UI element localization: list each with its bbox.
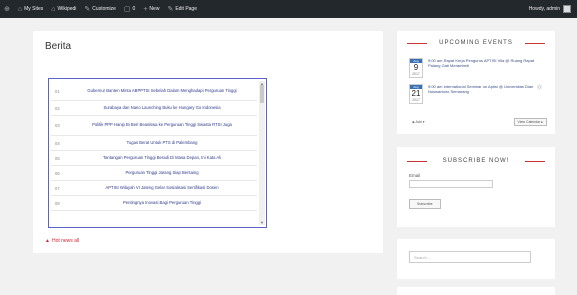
- row-number: 03: [55, 123, 60, 128]
- event-item[interactable]: Aug 9 2017 9:00 am Rapat Kerja Pengurus …: [409, 58, 555, 78]
- hot-news-label: Hot news all: [51, 238, 80, 244]
- adminbar-label: Edit Page: [175, 6, 197, 12]
- news-link[interactable]: Gubernur Banten Minta ABPPTSI Sebelah Da…: [67, 88, 257, 94]
- adminbar-label: Customize: [92, 6, 116, 12]
- subscribe-button[interactable]: Subscribe: [409, 199, 441, 209]
- view-calendar-label: View Calendar: [517, 120, 541, 124]
- new-icon: +: [143, 5, 148, 13]
- adminbar-label: Wikipedi: [57, 6, 77, 12]
- table-row[interactable]: 07 APTISI Wilayah VI Jateng Gelar Sosial…: [51, 181, 257, 196]
- title-divider: [525, 43, 545, 44]
- news-link[interactable]: Tugas Berat Untuk PTS di Palembang: [67, 140, 257, 146]
- adminbar-item-new[interactable]: + New: [139, 0, 163, 18]
- table-row[interactable]: 08 Pentingnya Inovasi Bagi Perguruan Tin…: [51, 196, 257, 211]
- table-row[interactable]: 01 Gubernur Banten Minta ABPPTSI Sebelah…: [51, 82, 257, 101]
- event-day: 9: [413, 63, 419, 72]
- next-widget: [397, 287, 555, 295]
- view-calendar-button[interactable]: View Calendar ▸: [513, 118, 547, 126]
- adminbar-label: My Sites: [24, 6, 44, 12]
- scroll-down-icon[interactable]: ▼: [259, 220, 265, 225]
- edit-page-icon: ✎: [167, 6, 174, 13]
- subscribe-widget: SUBSCRIBE NOW! Email Subscribe: [397, 147, 555, 227]
- event-year: 2017: [412, 98, 420, 102]
- flame-icon: ▲: [45, 238, 50, 244]
- table-row[interactable]: 06 Perguruan Tinggi Jarang Siap Bersaing: [51, 166, 257, 181]
- adminbar-label: New: [149, 6, 160, 12]
- news-link[interactable]: Perguruan Tinggi Jarang Siap Bersaing: [67, 170, 257, 176]
- news-link[interactable]: Surabaya dan Nano Launching Buku ke Hung…: [67, 105, 257, 111]
- scrollbar-thumb[interactable]: [260, 85, 264, 103]
- adminbar-item-comments[interactable]: ▢ 0: [120, 0, 139, 18]
- arrow-right-icon: ▸: [541, 120, 543, 124]
- my-sites-icon: ⌂: [17, 5, 23, 13]
- row-number: 07: [55, 185, 60, 191]
- adminbar-user-menu[interactable]: Howdy, admin: [529, 5, 577, 13]
- row-number: 06: [55, 170, 60, 176]
- admin-bar: ⊕ ⌂ My Sites ⌂ Wikipedi ✎ Customize ▢ 0 …: [0, 0, 577, 18]
- row-number: 02: [55, 105, 60, 111]
- wordpress-icon: ⊕: [4, 6, 10, 13]
- event-date: Aug 21 2017: [409, 84, 423, 104]
- adminbar-item-edit-page[interactable]: ✎ Edit Page: [163, 0, 201, 18]
- news-link[interactable]: Politik PPP Hanip Bi Beri Beasiswa ke Pe…: [67, 122, 257, 128]
- event-day: 21: [411, 89, 421, 98]
- news-link[interactable]: Pentingnya Inovasi Bagi Perguruan Tinggi: [67, 200, 257, 206]
- table-row[interactable]: 04 Tugas Berat Untuk PTS di Palembang: [51, 136, 257, 151]
- upcoming-events-widget: UPCOMING EVENTS Aug 9 2017 9:00 am Rapat…: [397, 31, 555, 134]
- news-list-frame: 01 Gubernur Banten Minta ABPPTSI Sebelah…: [48, 78, 267, 228]
- adminbar-item-my-sites[interactable]: ⌂ My Sites: [14, 0, 47, 18]
- event-date: Aug 9 2017: [409, 58, 423, 78]
- chevron-down-icon: ▾: [422, 120, 425, 124]
- row-number: 08: [55, 200, 60, 206]
- main-content: Berita 01 Gubernur Banten Minta ABPPTSI …: [33, 31, 383, 253]
- table-row[interactable]: 03 Politik PPP Hanip Bi Beri Beasiswa ke…: [51, 116, 257, 136]
- table-row[interactable]: 05 Tantangan Perguruan Tinggi Beradi Di …: [51, 151, 257, 166]
- info-icon[interactable]: ⓪: [537, 84, 542, 91]
- search-input[interactable]: Search ...: [409, 251, 531, 263]
- row-number: 05: [55, 155, 60, 161]
- widget-title-text: UPCOMING EVENTS: [439, 40, 513, 46]
- search-widget: Search ...: [397, 239, 555, 279]
- event-title[interactable]: 9:00 am International Seminar on Aptisi …: [428, 84, 540, 94]
- comments-icon: ▢: [123, 6, 131, 13]
- add-button-label: Add: [415, 120, 422, 124]
- adminbar-item-wordpress[interactable]: ⊕: [0, 0, 14, 18]
- list-scrollbar[interactable]: ▲ ▼: [259, 81, 265, 225]
- row-number: 01: [55, 88, 60, 94]
- title-divider: [407, 161, 427, 162]
- widget-title: SUBSCRIBE NOW!: [397, 158, 555, 164]
- event-title[interactable]: 9:00 am Rapat Kerja Pengurus APTISI Vila…: [428, 58, 540, 68]
- add-calendar-button[interactable]: ◈ Add ▾: [409, 119, 427, 125]
- news-link[interactable]: APTISI Wilayah VI Jateng Gelar Sosialisa…: [67, 185, 257, 191]
- adminbar-label: 0: [132, 6, 136, 12]
- hot-news-link[interactable]: ▲ Hot news all: [45, 238, 79, 244]
- customize-icon: ✎: [84, 6, 91, 13]
- adminbar-user-label: Howdy, admin: [528, 6, 560, 12]
- widget-title: UPCOMING EVENTS: [397, 40, 555, 46]
- news-link[interactable]: Tantangan Perguruan Tinggi Beradi Di Mas…: [67, 155, 257, 161]
- title-divider: [407, 43, 427, 44]
- table-row[interactable]: 02 Surabaya dan Nano Launching Buku ke H…: [51, 101, 257, 116]
- row-number: 04: [55, 140, 60, 146]
- page-title: Berita: [45, 41, 72, 52]
- adminbar-item-site[interactable]: ⌂ Wikipedi: [47, 0, 80, 18]
- event-year: 2017: [412, 72, 420, 76]
- email-field[interactable]: [409, 180, 493, 188]
- site-icon: ⌂: [51, 5, 56, 13]
- event-item[interactable]: Aug 21 2017 9:00 am International Semina…: [409, 84, 555, 104]
- news-list: 01 Gubernur Banten Minta ABPPTSI Sebelah…: [51, 82, 257, 211]
- avatar: [563, 5, 571, 13]
- title-divider: [525, 161, 545, 162]
- adminbar-item-customize[interactable]: ✎ Customize: [80, 0, 120, 18]
- widget-title-text: SUBSCRIBE NOW!: [442, 158, 510, 164]
- email-label: Email: [409, 173, 421, 178]
